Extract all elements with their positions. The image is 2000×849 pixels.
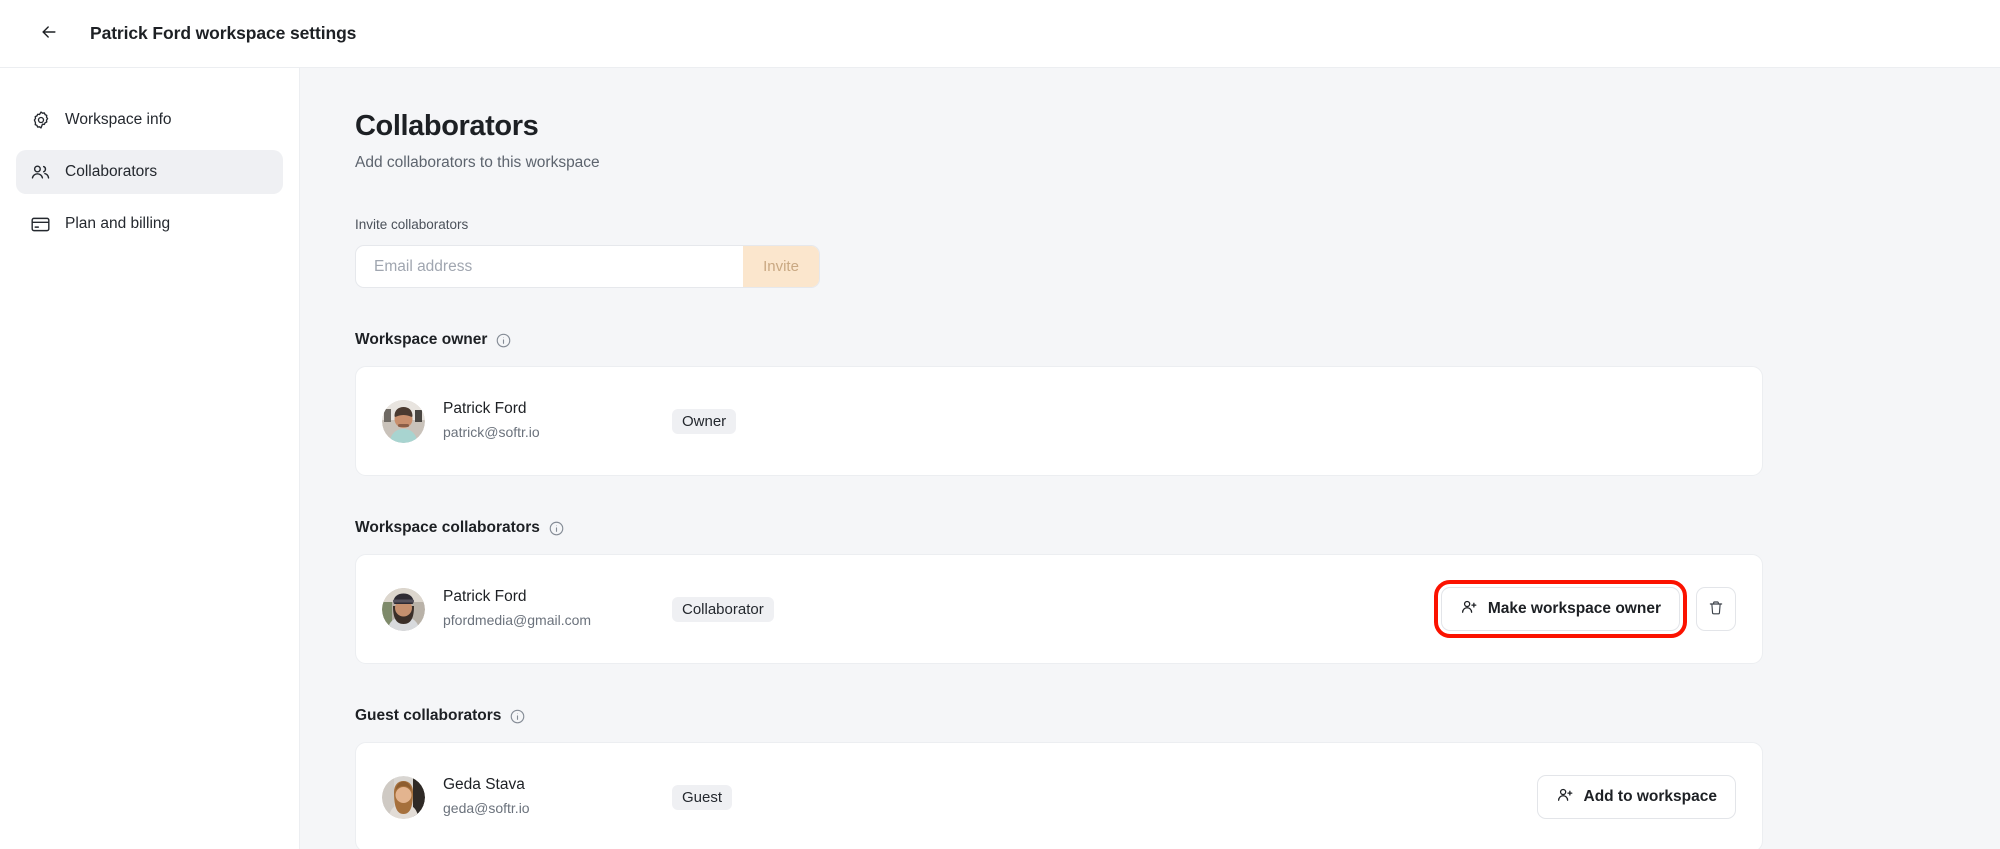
table-row: Patrick Ford pfordmedia@gmail.com Collab… [355, 554, 1763, 664]
make-workspace-owner-button[interactable]: Make workspace owner [1440, 587, 1680, 631]
gear-icon [30, 110, 51, 131]
make-workspace-owner-label: Make workspace owner [1487, 600, 1661, 617]
sidebar-item-label: Collaborators [65, 163, 158, 180]
person-email: patrick@softr.io [443, 424, 540, 441]
table-row: Geda Stava geda@softr.io Guest Add to wo… [355, 742, 1763, 849]
invite-button[interactable]: Invite [743, 246, 819, 287]
info-icon[interactable] [496, 333, 511, 348]
section-title: Guest collaborators [355, 707, 502, 724]
sidebar-item-label: Workspace info [65, 111, 172, 128]
person-cell: Patrick Ford pfordmedia@gmail.com [382, 587, 672, 631]
row-actions: Make workspace owner [1433, 580, 1736, 638]
person-cell: Patrick Ford patrick@softr.io [382, 399, 672, 443]
annotation-highlight: Make workspace owner [1433, 580, 1688, 638]
sidebar-item-workspace-info[interactable]: Workspace info [16, 98, 283, 142]
content-subtitle: Add collaborators to this workspace [355, 154, 600, 171]
page-title: Patrick Ford workspace settings [90, 23, 357, 43]
credit-card-icon [30, 214, 51, 235]
person-cell: Geda Stava geda@softr.io [382, 775, 672, 819]
invite-email-input[interactable] [356, 246, 743, 287]
back-button[interactable] [34, 19, 64, 49]
top-bar: Patrick Ford workspace settings [0, 0, 2000, 68]
table-row: Patrick Ford patrick@softr.io Owner [355, 366, 1763, 476]
status-badge: Guest [672, 784, 733, 810]
user-plus-icon [1460, 598, 1478, 621]
status-badge: Owner [672, 408, 737, 434]
person-email: geda@softr.io [443, 800, 530, 817]
avatar-geda [382, 775, 425, 819]
content-title: Collaborators [355, 110, 539, 142]
arrow-left-icon [39, 22, 59, 45]
add-to-workspace-label: Add to workspace [1583, 788, 1718, 805]
sidebar: Workspace info Collaborators Plan and bi… [0, 68, 300, 849]
person-name: Geda Stava [443, 776, 525, 794]
person-name: Patrick Ford [443, 588, 527, 606]
info-icon[interactable] [510, 709, 525, 724]
avatar-patrick-collaborator [382, 587, 425, 631]
person-name: Patrick Ford [443, 400, 527, 418]
row-actions: Add to workspace [1536, 775, 1736, 819]
sidebar-item-plan-and-billing[interactable]: Plan and billing [16, 202, 283, 246]
trash-icon [1708, 600, 1724, 619]
person-email: pfordmedia@gmail.com [443, 612, 592, 629]
section-header-workspace-owner: Workspace owner [355, 331, 2000, 349]
invite-label: Invite collaborators [355, 217, 469, 232]
section-title: Workspace collaborators [355, 519, 540, 536]
sidebar-item-collaborators[interactable]: Collaborators [16, 150, 283, 194]
sidebar-item-label: Plan and billing [65, 215, 171, 232]
app-shell: Workspace info Collaborators Plan and bi… [0, 68, 2000, 849]
section-header-guest-collaborators: Guest collaborators [355, 707, 2000, 725]
section-header-workspace-collaborators: Workspace collaborators [355, 519, 2000, 537]
user-plus-icon [1556, 786, 1574, 809]
add-to-workspace-button[interactable]: Add to workspace [1536, 775, 1736, 819]
main-content: Collaborators Add collaborators to this … [300, 68, 2000, 849]
status-badge: Collaborator [672, 596, 774, 622]
avatar-patrick-owner [382, 399, 425, 443]
invite-row: Invite [355, 245, 820, 288]
section-title: Workspace owner [355, 331, 488, 348]
delete-collaborator-button[interactable] [1696, 587, 1736, 631]
info-icon[interactable] [549, 521, 564, 536]
users-icon [30, 162, 51, 183]
